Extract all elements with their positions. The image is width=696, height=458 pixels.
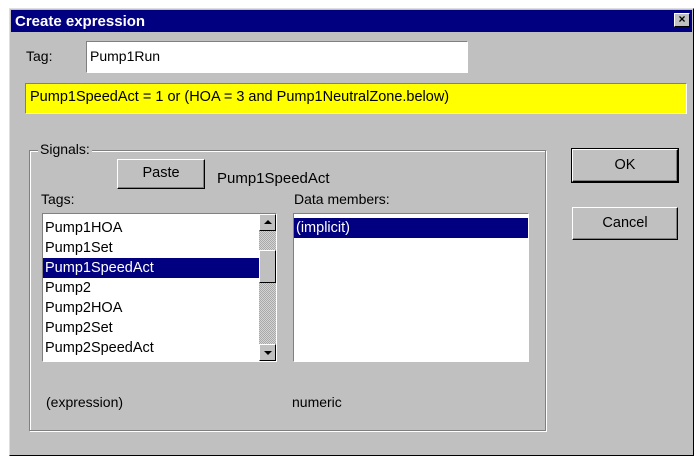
tag-list-item[interactable]: Pump2HOA: [43, 298, 259, 318]
tags-listbox[interactable]: Pump1HOA Pump1Set Pump1SpeedAct Pump2 Pump2H…: [42, 213, 277, 362]
data-members-label: Data members:: [294, 191, 390, 207]
tags-list: Pump1HOA Pump1Set Pump1SpeedAct Pump2 Pump2H…: [43, 218, 259, 358]
close-icon: ×: [678, 12, 686, 26]
expression-type-label: (expression): [46, 394, 124, 410]
create-expression-dialog: Create expression × Tag: Pump1Run Pump1S…: [9, 8, 694, 456]
tag-input[interactable]: Pump1Run: [86, 41, 468, 73]
scroll-down-button[interactable]: [259, 344, 276, 361]
tag-list-item[interactable]: Pump1Set: [43, 238, 259, 258]
tags-label: Tags:: [41, 191, 75, 207]
cancel-button[interactable]: Cancel: [572, 207, 678, 240]
data-member-list-item[interactable]: (implicit): [294, 218, 528, 238]
data-members-list: (implicit): [294, 218, 528, 238]
tag-label: Tag:: [26, 48, 53, 64]
tags-scrollbar[interactable]: [259, 214, 276, 361]
dialog-title: Create expression: [15, 13, 146, 30]
tag-list-item[interactable]: Pump2Set: [43, 318, 259, 338]
title-bar[interactable]: Create expression ×: [11, 10, 692, 32]
ok-button-label: OK: [614, 157, 636, 173]
signals-group-label: Signals:: [38, 141, 92, 157]
value-type-label: numeric: [292, 394, 342, 410]
tag-list-item[interactable]: Pump2: [43, 278, 259, 298]
scroll-thumb[interactable]: [259, 250, 276, 283]
close-button[interactable]: ×: [674, 13, 690, 27]
paste-button-label: Paste: [142, 165, 180, 181]
arrow-down-icon: [264, 351, 272, 355]
expression-field[interactable]: Pump1SpeedAct = 1 or (HOA = 3 and Pump1N…: [25, 83, 687, 114]
tag-list-item[interactable]: Pump1HOA: [43, 218, 259, 238]
selected-signal-text: Pump1SpeedAct: [217, 170, 330, 187]
scroll-up-button[interactable]: [259, 214, 276, 231]
cancel-button-label: Cancel: [602, 215, 648, 231]
ok-button[interactable]: OK: [571, 148, 679, 183]
data-members-listbox[interactable]: (implicit): [293, 213, 529, 362]
tag-list-item[interactable]: Pump2SpeedAct: [43, 338, 259, 358]
paste-button[interactable]: Paste: [117, 159, 205, 189]
arrow-up-icon: [264, 220, 272, 224]
tag-list-item[interactable]: Pump1SpeedAct: [43, 258, 259, 278]
